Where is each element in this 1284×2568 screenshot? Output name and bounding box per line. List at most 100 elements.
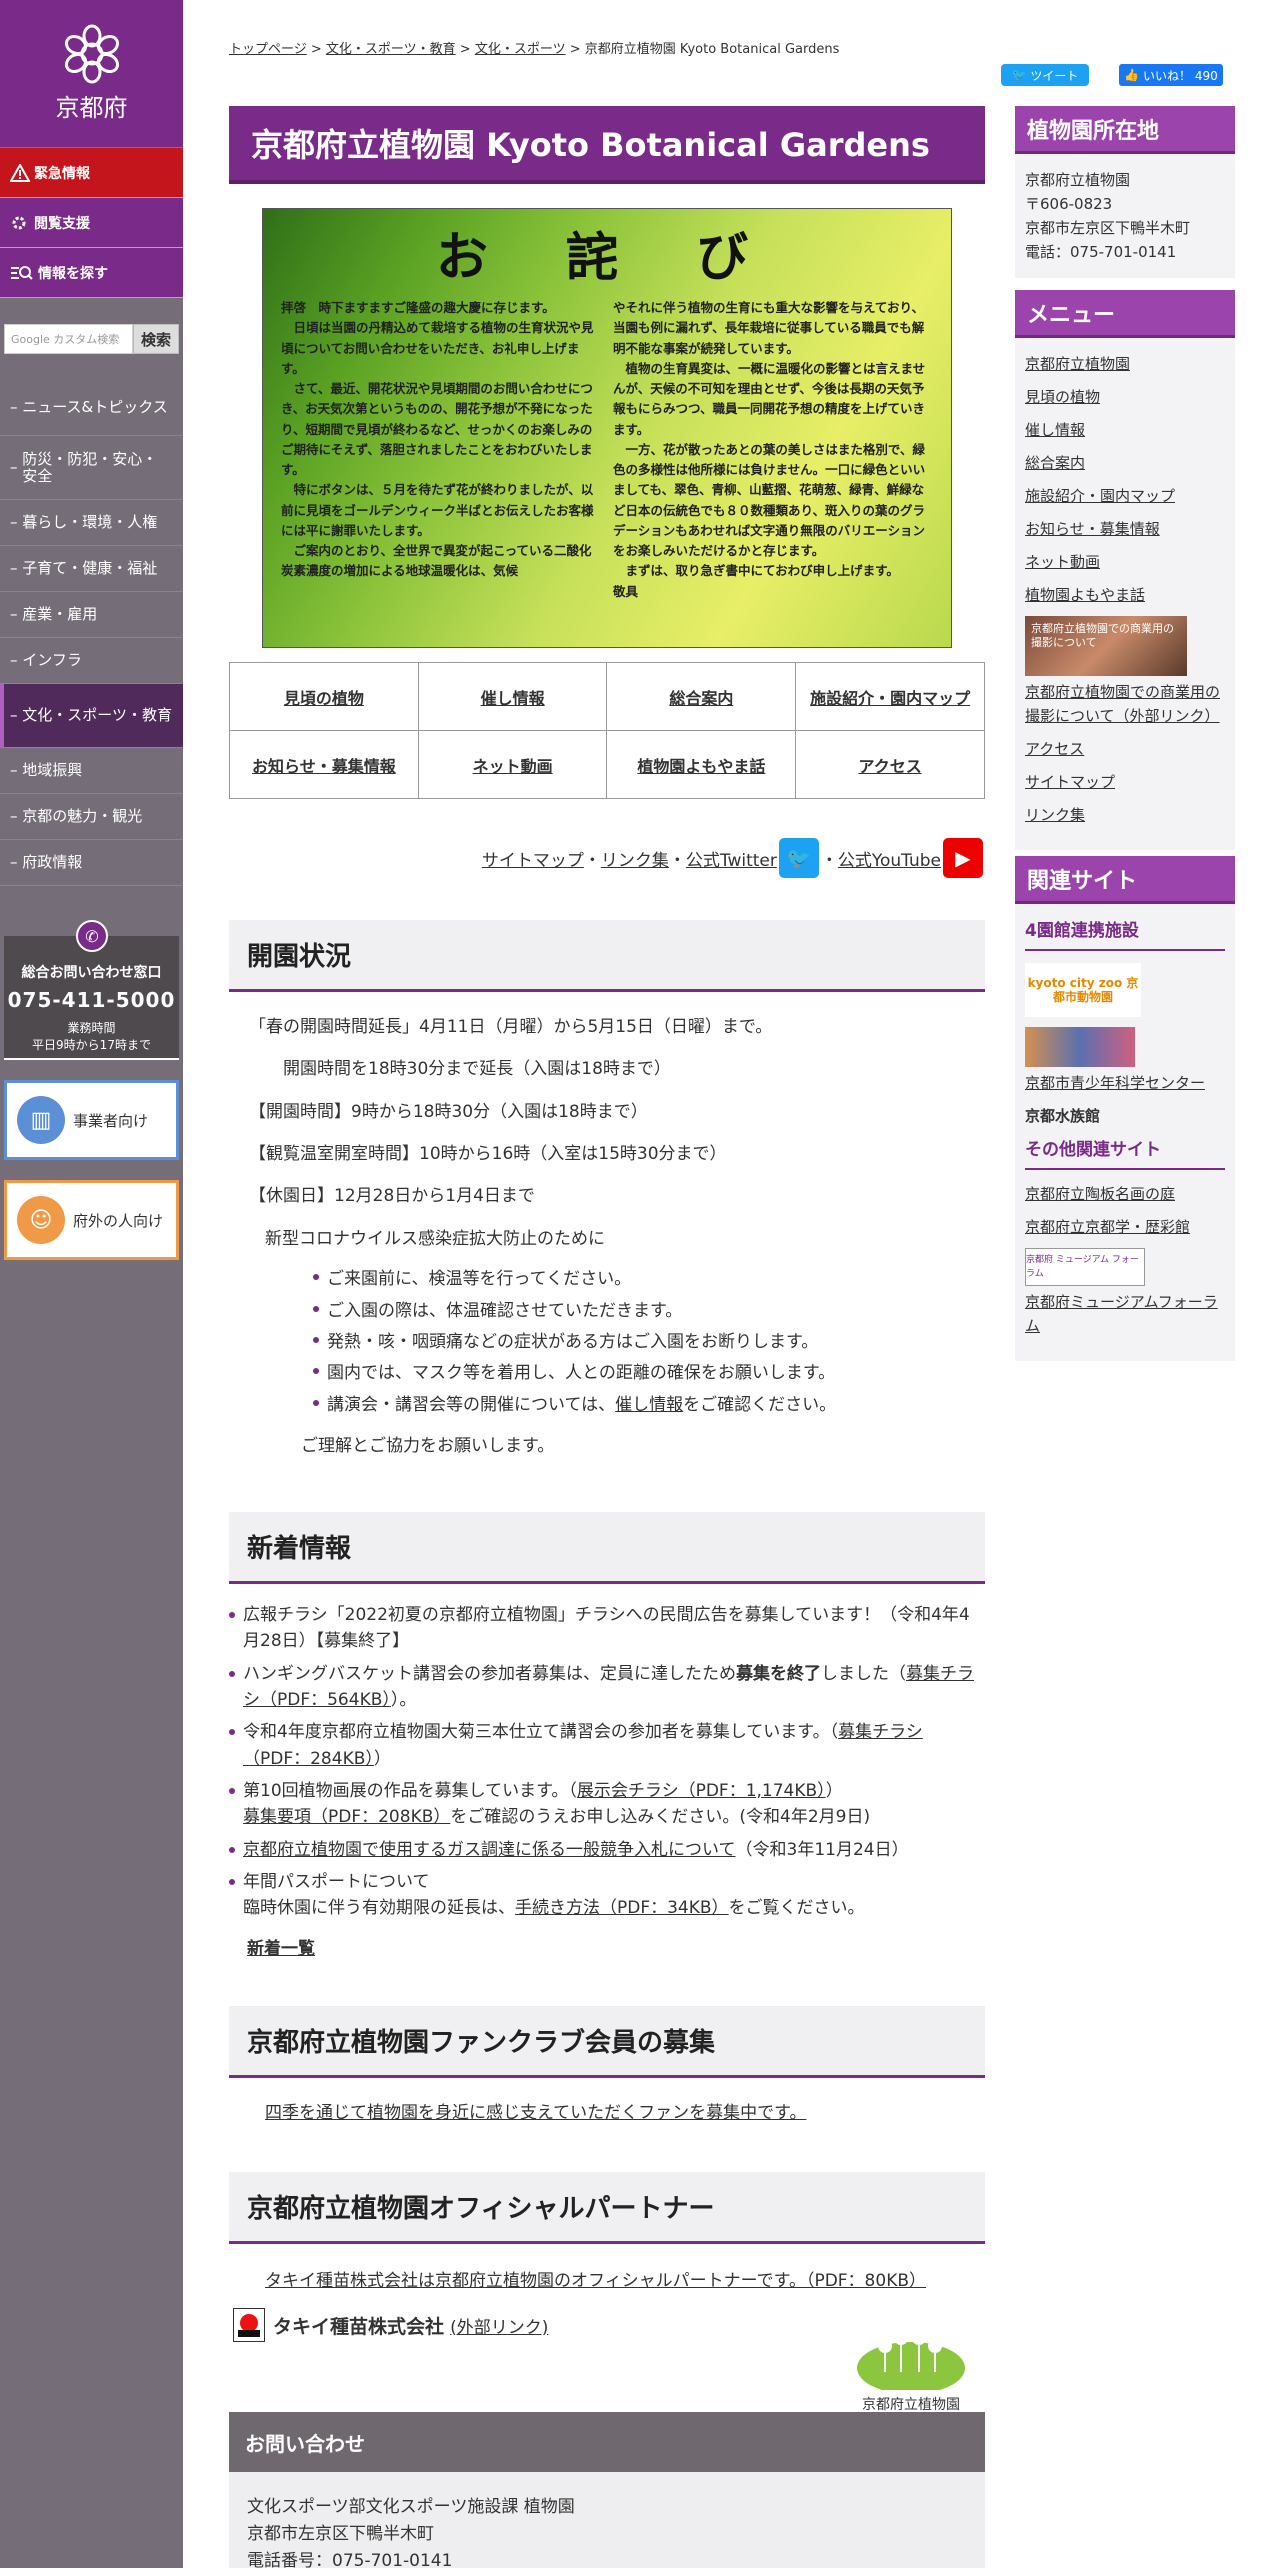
grid-link[interactable]: 総合案内 <box>606 662 797 731</box>
section-heading-fan: 京都府立植物園ファンクラブ会員の募集 <box>229 2006 985 2078</box>
related-subheading: その他関連サイト <box>1025 1137 1225 1171</box>
related-link[interactable]: 京都府立陶板名画の庭 <box>1025 1182 1225 1206</box>
news-item: ハンギングバスケット講習会の参加者募集は、定員に達したため募集を終了しました（募… <box>229 1661 985 1714</box>
outside-card[interactable]: ☺ 府外の人向け <box>4 1180 179 1260</box>
museum-forum-logo[interactable]: 京都府 ミュージアム フォーラム <box>1025 1248 1145 1287</box>
grid-link[interactable]: ネット動画 <box>417 730 608 799</box>
fan-link[interactable]: 四季を通じて植物園を身近に感じ支えていただくファンを募集中です。 <box>265 2103 806 2123</box>
menu-link[interactable]: ネット動画 <box>1025 550 1225 574</box>
menu-link[interactable]: リンク集 <box>1025 803 1225 827</box>
science-center-logo[interactable] <box>1025 1027 1135 1068</box>
menu-grid: 見頃の植物 催し情報 総合案内 施設紹介・園内マップ お知らせ・募集情報 ネット… <box>229 662 985 799</box>
contact-box[interactable]: ✆ 総合お問い合わせ窓口 075-411-5000 業務時間 平日9時から17時ま… <box>4 920 179 1060</box>
find-info-label: 情報を探す <box>38 265 108 282</box>
news-link[interactable]: 展示会チラシ（PDF：1,174KB） <box>577 1781 826 1801</box>
list-text: をご確認ください。 <box>683 1394 837 1415</box>
menu-link[interactable]: 施設紹介・園内マップ <box>1025 484 1225 508</box>
tweet-button[interactable]: 🐦 ツイート <box>1001 64 1089 86</box>
related-link[interactable]: 京都水族館 <box>1025 1104 1225 1128</box>
related-subheading: 4園館連携施設 <box>1025 918 1225 952</box>
related-link[interactable]: 京都府立京都学・歴彩館 <box>1025 1215 1225 1239</box>
news-text: 年間パスポートについて <box>243 1872 430 1893</box>
menu-link[interactable]: 京都府立植物園 <box>1025 352 1225 376</box>
grid-link[interactable]: お知らせ・募集情報 <box>229 730 419 799</box>
youtube-icon[interactable]: ▶ <box>943 838 983 878</box>
nav-childcare[interactable]: – 子育て・健康・福祉 <box>0 546 183 592</box>
news-more-link[interactable]: 新着一覧 <box>247 1936 985 1962</box>
news-text: 第10回植物画展の作品を募集しています。（ <box>243 1781 577 1802</box>
nav-tourism[interactable]: – 京都の魅力・観光 <box>0 794 183 840</box>
find-info-button[interactable]: 情報を探す <box>0 248 183 298</box>
menu-link[interactable]: お知らせ・募集情報 <box>1025 517 1225 541</box>
related-link[interactable]: 京都府ミュージアムフォーラム <box>1025 1290 1225 1338</box>
twitter-link[interactable]: 公式Twitter <box>686 846 777 871</box>
menu-link[interactable]: 総合案内 <box>1025 451 1225 475</box>
grid-link[interactable]: 見頃の植物 <box>229 662 419 731</box>
breadcrumb-link[interactable]: トップページ <box>229 42 307 57</box>
garden-emblem-icon <box>857 2331 965 2394</box>
nav-culture[interactable]: – 文化・スポーツ・教育 <box>0 684 183 748</box>
kyoto-logo[interactable]: 京都府 <box>0 0 183 148</box>
garden-logo[interactable]: 京都府立植物園 <box>851 2316 971 2414</box>
grid-link[interactable]: アクセス <box>795 730 985 799</box>
business-card[interactable]: ▥ 事業者向け <box>4 1080 179 1160</box>
museum-logo-text: 京都府 ミュージアム フォーラム <box>1026 1254 1139 1280</box>
news-text: （令和3年11月24日） <box>735 1839 909 1860</box>
menu-link[interactable]: 植物園よもやま話 <box>1025 583 1225 607</box>
reading-support-button[interactable]: 閲覧支援 <box>0 198 183 248</box>
zoo-logo[interactable]: kyoto city zoo 京都市動物園 <box>1025 963 1141 1018</box>
left-sidebar: 京都府 緊急情報 閲覧支援 情報を探す Google カスタム検索 検索 – ニ… <box>0 0 183 2568</box>
open-text: 【観覧温室開室時間】10時から16時（入室は15時30分まで） <box>249 1144 727 1165</box>
breadcrumb-link[interactable]: 文化・スポーツ <box>475 42 566 57</box>
menu-link[interactable]: アクセス <box>1025 737 1225 761</box>
menu-link[interactable]: 見頃の植物 <box>1025 385 1225 409</box>
news-text: ハンギングバスケット講習会の参加者募集は、定員に達したため <box>243 1663 736 1684</box>
nav-label: 地域振興 <box>22 761 83 780</box>
emergency-button[interactable]: 緊急情報 <box>0 148 183 198</box>
garden-logo-text: 京都府立植物園 <box>862 2397 960 2413</box>
twitter-icon[interactable]: 🐦 <box>778 838 819 878</box>
nav-label: 子育て・健康・福祉 <box>22 559 158 578</box>
news-bold: 募集を終了 <box>736 1663 821 1684</box>
links-link[interactable]: リンク集 <box>601 846 669 871</box>
tweet-label: ツイート <box>1030 68 1079 83</box>
nav-news[interactable]: – ニュース&トピックス <box>0 380 183 436</box>
events-link[interactable]: 催し情報 <box>615 1395 683 1415</box>
grid-link[interactable]: 催し情報 <box>417 662 608 731</box>
section-heading-news: 新着情報 <box>229 1512 985 1584</box>
inquiry-dept: 文化スポーツ部文化スポーツ施設課 植物園 <box>247 2497 575 2517</box>
search-input[interactable]: Google カスタム検索 <box>4 324 133 354</box>
partner-link[interactable]: タキイ種苗株式会社は京都府立植物園のオフィシャルパートナーです。（PDF：80K… <box>265 2271 926 2291</box>
news-item: 令和4年度京都府立植物園大菊三本仕立て講習会の参加者を募集しています。（募集チラ… <box>229 1719 985 1772</box>
inquiry-body: 文化スポーツ部文化スポーツ施設課 植物園 京都市左京区下鴨半木町 電話番号：07… <box>229 2472 985 2568</box>
separator: ・ <box>820 850 838 871</box>
menu-link[interactable]: 催し情報 <box>1025 418 1225 442</box>
related-box: 4園館連携施設 kyoto city zoo 京都市動物園 京都市青少年科学セン… <box>1015 904 1235 1362</box>
covid-list: ご来園前に、検温等を行ってください。 ご入園の際は、体温確認させていただきます。… <box>313 1264 985 1421</box>
list-text: 講演会・講習会等の開催については、 <box>327 1394 616 1415</box>
news-link[interactable]: 手続き方法（PDF：34KB） <box>515 1898 729 1918</box>
breadcrumb-link[interactable]: 文化・スポーツ・教育 <box>326 42 456 57</box>
commercial-banner[interactable]: 京都府立植物園での商業用の撮影について <box>1025 616 1187 676</box>
menu-link[interactable]: 京都府立植物園での商業用の撮影について（外部リンク） <box>1025 680 1225 728</box>
nav-living[interactable]: – 暮らし・環境・人権 <box>0 500 183 546</box>
external-link[interactable]: (外部リンク) <box>450 2313 548 2338</box>
related-link[interactable]: 京都市青少年科学センター <box>1025 1071 1225 1095</box>
youtube-link[interactable]: 公式YouTube <box>838 846 941 871</box>
nav-safety[interactable]: – 防災・防犯・安心・安全 <box>0 436 183 500</box>
inquiry-heading: お問い合わせ <box>229 2412 985 2472</box>
nav-industry[interactable]: – 産業・雇用 <box>0 592 183 638</box>
news-link[interactable]: 京都府立植物園で使用するガス調達に係る一般競争入札について <box>243 1840 736 1860</box>
nav-infra[interactable]: – インフラ <box>0 638 183 684</box>
sitemap-link[interactable]: サイトマップ <box>482 846 584 871</box>
grid-link[interactable]: 施設紹介・園内マップ <box>795 662 985 731</box>
news-link[interactable]: 募集要項（PDF：208KB） <box>243 1807 450 1827</box>
menu-link[interactable]: サイトマップ <box>1025 770 1225 794</box>
nav-region[interactable]: – 地域振興 <box>0 748 183 794</box>
contact-phone: 075-411-5000 <box>7 988 176 1012</box>
grid-link[interactable]: 植物園よもやま話 <box>606 730 797 799</box>
like-button[interactable]: 👍 いいね！ 490 <box>1119 64 1223 86</box>
search-button[interactable]: 検索 <box>133 324 179 354</box>
zoo-logo-text: kyoto city zoo 京都市動物園 <box>1027 975 1139 1005</box>
nav-govt[interactable]: – 府政情報 <box>0 840 183 886</box>
